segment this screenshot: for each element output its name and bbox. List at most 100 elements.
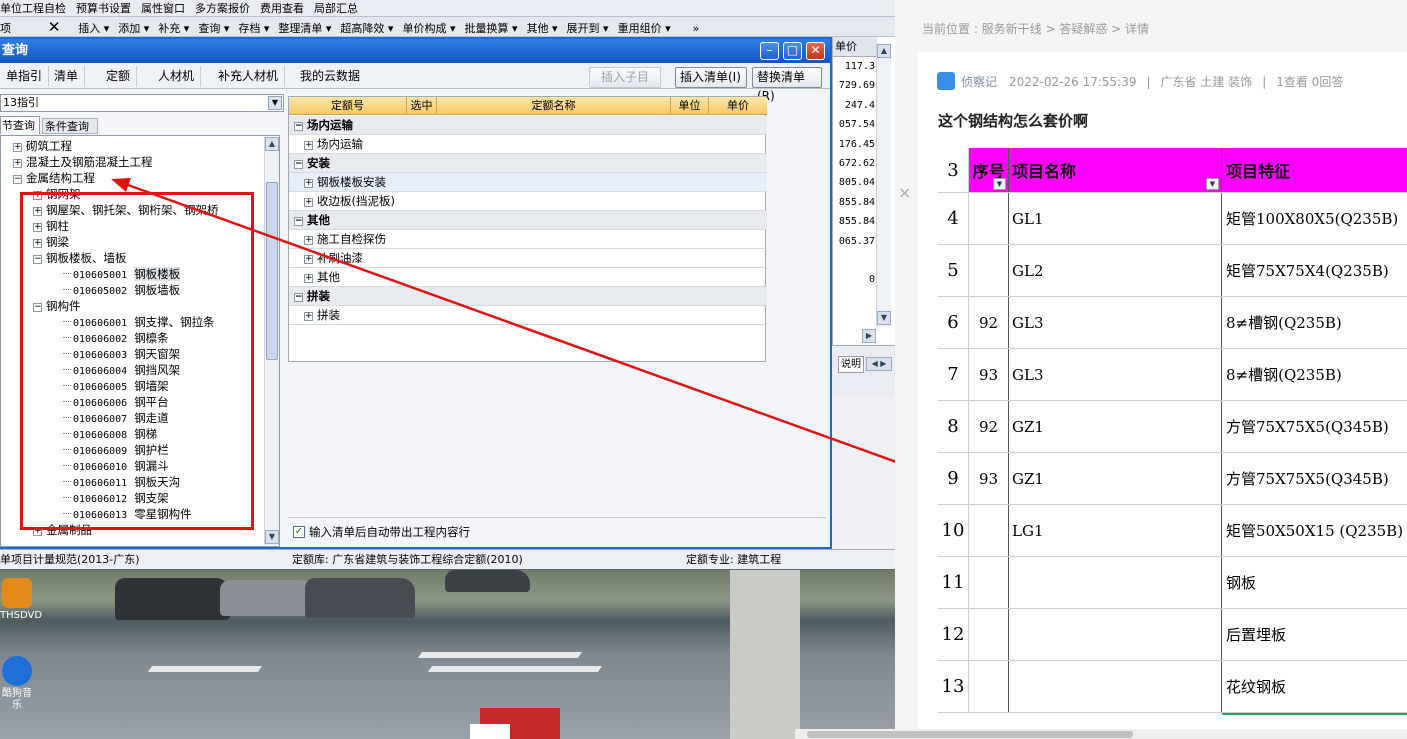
tab-scroll-arrows-icon[interactable]: ◀ ▶ (866, 357, 892, 371)
toolbar-item[interactable]: 多方案报价 (195, 0, 250, 16)
toolbar-item[interactable]: 单位工程自检 (0, 0, 66, 16)
author-name[interactable]: 侦察记 (961, 75, 997, 89)
item-name-cell[interactable]: LG1 (1009, 505, 1222, 556)
toolbar-menu-item[interactable]: 存档 ▾ (238, 19, 269, 36)
grid-row[interactable]: + 收边板(挡泥板) (289, 192, 767, 211)
seq-cell[interactable]: 93 (969, 349, 1009, 400)
filter-dropdown-icon[interactable]: ▼ (1206, 178, 1219, 190)
tab-cloud-data[interactable]: 我的云数据 (294, 66, 366, 87)
toolbar-item[interactable]: 属性窗口 (141, 0, 185, 16)
chevron-down-icon[interactable]: ▼ (268, 96, 282, 110)
insert-list-button[interactable]: 插入清单(I) (675, 67, 747, 88)
toolbar-menu-item[interactable]: 其他 ▾ (527, 19, 558, 36)
item-feature-cell[interactable]: 矩管75X75X4(Q235B) (1222, 245, 1407, 296)
toolbar-menu-item[interactable]: 插入 ▾ (78, 19, 109, 36)
toolbar-menu-item[interactable]: 重用组价 ▾ (618, 19, 671, 36)
item-feature-cell[interactable]: 8≠槽钢(Q235B) (1222, 349, 1407, 400)
expand-icon[interactable]: + (13, 159, 22, 168)
grid-group-row[interactable]: − 拼装 (289, 287, 767, 306)
seq-cell[interactable]: 93 (969, 453, 1009, 504)
item-feature-cell[interactable]: 8≠槽钢(Q235B) (1222, 297, 1407, 348)
insert-child-button[interactable]: 插入子目 (589, 67, 661, 88)
seq-cell[interactable] (969, 661, 1009, 712)
maximize-icon[interactable]: □ (783, 42, 802, 60)
seq-cell[interactable]: 92 (969, 297, 1009, 348)
scroll-down-icon[interactable]: ▼ (877, 311, 891, 325)
grid-group-row[interactable]: − 场内运输 (289, 116, 767, 135)
tab-condition-query[interactable]: 条件查询 (42, 118, 98, 134)
tab-description[interactable]: 说明 (838, 356, 864, 373)
grid-group-row[interactable]: − 安装 (289, 154, 767, 173)
filter-dropdown-icon[interactable]: ▼ (993, 178, 1006, 190)
close-icon[interactable]: ✕ (806, 42, 825, 60)
toolbar-item[interactable]: 费用查看 (260, 0, 304, 16)
expand-icon[interactable]: + (304, 255, 313, 264)
item-feature-cell[interactable]: 方管75X75X5(Q345B) (1222, 401, 1407, 452)
grid-row[interactable]: + 钢板楼板安装 (289, 173, 767, 192)
grid-row[interactable]: + 施工自检探伤 (289, 230, 767, 249)
toolbar-menu-item[interactable]: 超高降效 ▾ (340, 19, 393, 36)
tab-guide[interactable]: 单指引 (0, 66, 50, 87)
expand-icon[interactable]: + (304, 179, 313, 188)
desktop-icon-thsdvd[interactable]: THSDVD (0, 578, 42, 622)
tree-node[interactable]: + 砌筑工程 (13, 138, 72, 154)
item-feature-cell[interactable]: 矩管100X80X5(Q235B) (1222, 193, 1407, 244)
item-name-cell[interactable] (1009, 557, 1222, 608)
tab-quota[interactable]: 定额 (100, 66, 138, 87)
grid-row[interactable]: + 场内运输 (289, 135, 767, 154)
item-name-cell[interactable] (1009, 609, 1222, 660)
scroll-thumb[interactable] (807, 731, 1133, 738)
desktop-icon-kugou[interactable]: 酷狗音乐 (0, 656, 34, 712)
expand-icon[interactable]: + (304, 198, 313, 207)
item-name-cell[interactable]: GZ1 (1009, 401, 1222, 452)
collapse-icon[interactable]: − (294, 217, 303, 226)
tab-labor-material[interactable]: 人材机 (152, 66, 202, 87)
auto-content-checkbox[interactable]: ✓ (293, 526, 305, 538)
tab-list[interactable]: 清单 (48, 66, 86, 87)
expand-icon[interactable]: + (304, 274, 313, 283)
seq-cell[interactable]: 92 (969, 401, 1009, 452)
collapse-icon[interactable]: − (294, 160, 303, 169)
collapse-icon[interactable]: − (294, 122, 303, 131)
seq-cell[interactable] (969, 505, 1009, 556)
tree-node[interactable]: − 金属结构工程 (13, 170, 95, 186)
toolbar-menu-item[interactable]: 整理清单 ▾ (278, 19, 331, 36)
item-name-cell[interactable]: GL1 (1009, 193, 1222, 244)
item-name-cell[interactable]: GL2 (1009, 245, 1222, 296)
vertical-scrollbar[interactable]: ▲ ▼ (876, 44, 891, 327)
scroll-right-icon[interactable]: ▶ (862, 329, 876, 343)
expand-icon[interactable]: + (304, 236, 313, 245)
close-icon[interactable]: × (898, 183, 911, 202)
scroll-up-icon[interactable]: ▲ (265, 137, 279, 151)
tree-scrollbar[interactable]: ▲ ▼ (264, 137, 279, 545)
toolbar-menu-item[interactable]: 展开到 ▾ (567, 19, 609, 36)
scroll-up-icon[interactable]: ▲ (877, 44, 891, 58)
item-feature-cell[interactable]: 方管75X75X5(Q345B) (1222, 453, 1407, 504)
grid-group-row[interactable]: − 其他 (289, 211, 767, 230)
seq-cell[interactable] (969, 609, 1009, 660)
seq-cell[interactable] (969, 193, 1009, 244)
toolbar-item[interactable]: 局部汇总 (314, 0, 358, 16)
item-feature-cell[interactable]: 后置埋板 (1222, 609, 1407, 660)
toolbar-menu-item[interactable]: 批量换算 ▾ (464, 19, 517, 36)
more-chevron-icon[interactable]: » (692, 19, 699, 36)
toolbar-menu-item[interactable]: 单价构成 ▾ (402, 19, 455, 36)
toolbar-menu-item[interactable]: 查询 ▾ (198, 19, 229, 36)
tree-node[interactable]: + 混凝土及钢筋混凝土工程 (13, 154, 153, 170)
item-feature-cell[interactable]: 花纹钢板 (1222, 661, 1407, 712)
seq-cell[interactable] (969, 245, 1009, 296)
guide-select[interactable]: 13指引 ▼ (0, 94, 284, 112)
scroll-thumb[interactable] (266, 182, 278, 360)
expand-icon[interactable]: + (304, 141, 313, 150)
replace-list-button[interactable]: 替换清单(R) (752, 67, 822, 103)
close-icon[interactable]: ✕ (48, 17, 61, 36)
scroll-down-icon[interactable]: ▼ (265, 530, 279, 544)
toolbar-menu-item[interactable]: 添加 ▾ (118, 19, 149, 36)
seq-cell[interactable] (969, 557, 1009, 608)
item-name-cell[interactable]: GZ1 (1009, 453, 1222, 504)
minimize-icon[interactable]: – (760, 42, 779, 60)
grid-row[interactable]: + 其他 (289, 268, 767, 287)
item-name-cell[interactable]: GL3 (1009, 349, 1222, 400)
horizontal-scrollbar[interactable] (795, 729, 1407, 739)
expand-icon[interactable]: + (304, 312, 313, 321)
